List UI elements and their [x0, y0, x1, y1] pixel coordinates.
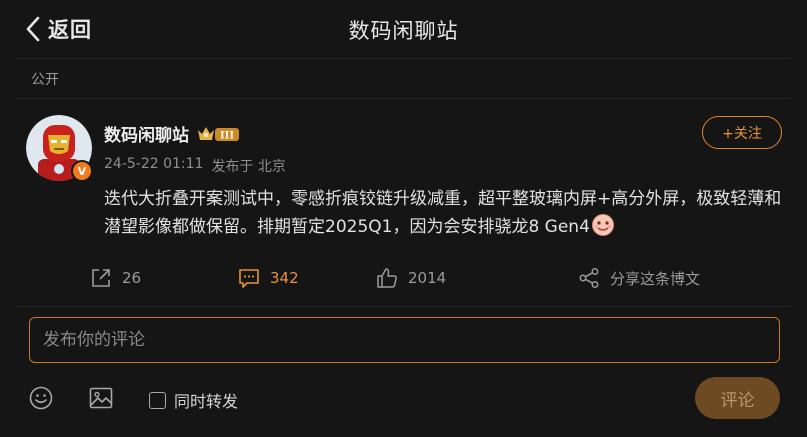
repost-count: 26 — [122, 269, 142, 287]
repost-checkbox-label: 同时转发 — [174, 392, 239, 411]
post-date: 24-5-22 01:11 — [104, 156, 204, 172]
share-button[interactable]: 分享这条博文 — [578, 267, 700, 289]
header-divider — [16, 58, 791, 59]
like-icon — [377, 268, 397, 288]
comment-count: 342 — [270, 269, 299, 287]
author-name[interactable]: 数码闲聊站 — [104, 121, 189, 146]
visibility-label: 公开 — [31, 72, 59, 88]
level-badge-text: III — [220, 130, 234, 141]
top-bar: 返回 数码闲聊站 — [0, 0, 807, 58]
level-badge-icon: III — [198, 126, 239, 141]
post-text: 迭代大折叠开案测试中，零感折痕铰链升级减重，超平整玻璃内屏+高分外屏，极致轻薄和… — [104, 189, 782, 237]
smiley-icon — [29, 386, 53, 410]
actions-divider — [16, 306, 791, 307]
verified-badge: V — [71, 160, 93, 182]
image-upload-button[interactable] — [88, 385, 114, 411]
comment-icon — [239, 269, 259, 288]
post-content: 迭代大折叠开案测试中，零感折痕铰链升级减重，超平整玻璃内屏+高分外屏，极致轻薄和… — [104, 186, 784, 241]
post-meta: 24-5-22 01:11 发布于 北京 — [104, 156, 286, 176]
face-emoji-icon — [591, 214, 614, 236]
share-label: 分享这条博文 — [610, 269, 701, 288]
repost-button[interactable]: 26 — [90, 267, 141, 289]
like-count: 2014 — [408, 269, 447, 287]
post-detail-page: 返回 数码闲聊站 公开 V 数码闲聊站 III 24-5-22 01:11 发布… — [0, 0, 807, 437]
share-icon — [579, 268, 599, 288]
repost-icon — [92, 269, 110, 287]
repost-checkbox[interactable]: 同时转发 — [149, 388, 238, 412]
submit-comment-button[interactable]: 评论 — [695, 377, 780, 419]
checkbox-box[interactable] — [149, 391, 166, 409]
comment-button[interactable]: 342 — [238, 267, 299, 289]
comment-input[interactable] — [29, 317, 780, 363]
emoji-picker-button[interactable] — [28, 385, 54, 411]
post-location: 发布于 北京 — [211, 159, 286, 175]
like-button[interactable]: 2014 — [376, 267, 446, 289]
image-icon — [89, 387, 113, 409]
section-divider — [16, 98, 791, 99]
page-title: 数码闲聊站 — [348, 19, 459, 43]
post-actions: 26 342 2014 分享这条博文 — [0, 267, 807, 291]
author-row: 数码闲聊站 III — [104, 121, 241, 146]
follow-button[interactable]: +关注 — [702, 116, 782, 149]
